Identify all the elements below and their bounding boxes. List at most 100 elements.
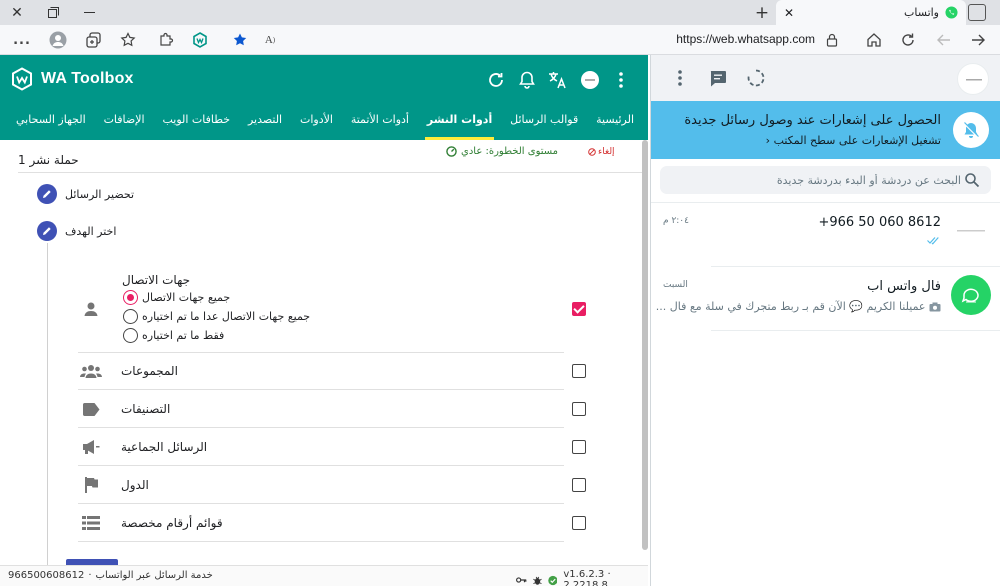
back-icon[interactable] xyxy=(968,30,988,50)
labels-checkbox[interactable] xyxy=(572,402,586,416)
notification-bell-icon[interactable] xyxy=(516,69,538,91)
profile-icon[interactable] xyxy=(48,30,68,50)
tab-home[interactable]: الرئيسية xyxy=(596,107,634,140)
tab-export[interactable]: التصدير xyxy=(248,107,282,140)
tab-whatsapp[interactable]: واتساب ✕ xyxy=(776,0,966,25)
chat-preview xyxy=(927,236,941,245)
target-label: الرسائل الجماعية xyxy=(121,440,208,454)
tab-actions-icon[interactable] xyxy=(968,4,986,21)
target-row-custom-lists: قوائم أرقام مخصصة xyxy=(78,504,586,542)
search-bar xyxy=(651,159,1000,203)
target-label: التصنيفات xyxy=(121,402,171,416)
profile-avatar[interactable] xyxy=(957,63,989,95)
menu-icon[interactable] xyxy=(669,67,691,89)
radio-only-selected[interactable]: فقط ما تم اختياره xyxy=(123,328,224,343)
target-row-labels: التصنيفات xyxy=(78,390,586,428)
tab-addons[interactable]: الإضافات xyxy=(104,107,145,140)
wa-toolbox-extension-icon[interactable] xyxy=(190,30,210,50)
refresh-icon[interactable] xyxy=(898,30,918,50)
divider xyxy=(711,330,1000,331)
chat-avatar xyxy=(951,275,991,315)
chat-item[interactable]: +966 50 060 8612 ٢:٠٤ م xyxy=(651,203,1000,267)
countries-checkbox[interactable] xyxy=(572,478,586,492)
bug-icon[interactable] xyxy=(532,575,542,586)
edit-icon xyxy=(37,221,57,241)
chat-avatar xyxy=(951,211,991,251)
whatsapp-favicon-icon xyxy=(945,6,958,19)
step-choose-target[interactable]: اختر الهدف xyxy=(37,221,116,241)
list-icon xyxy=(80,513,102,533)
new-tab-button[interactable]: + xyxy=(750,0,774,25)
megaphone-icon xyxy=(80,437,102,457)
radio-all-except-selected[interactable]: جميع جهات الاتصال عدا ما تم اختياره xyxy=(123,309,310,324)
chat-preview: عميلنا الكريم 💬 الآن قم بـ ربط متجرك في … xyxy=(656,300,941,313)
radio-all-contacts[interactable]: جميع جهات الاتصال xyxy=(123,290,230,305)
radio-button[interactable] xyxy=(123,309,138,324)
minimize-window-icon[interactable] xyxy=(72,0,106,25)
groups-icon xyxy=(80,361,102,381)
chat-item[interactable]: فال واتس اب السبت عميلنا الكريم 💬 الآن ق… xyxy=(651,267,1000,331)
scrollbar[interactable] xyxy=(642,140,648,550)
check-circle-icon xyxy=(547,575,558,585)
tab-broadcast-tools[interactable]: أدوات النشر xyxy=(424,107,495,140)
lock-icon[interactable] xyxy=(822,30,842,50)
notification-banner[interactable]: الحصول على إشعارات عند وصول رسائل جديدة … xyxy=(651,101,1000,159)
radio-label: فقط ما تم اختياره xyxy=(142,329,225,342)
divider xyxy=(18,172,648,173)
chevron-left-icon: ‹ xyxy=(765,134,771,147)
key-icon[interactable] xyxy=(516,575,527,585)
home-icon[interactable] xyxy=(864,30,884,50)
sync-icon[interactable] xyxy=(485,69,507,91)
favorite-star-icon[interactable] xyxy=(230,30,250,50)
address-bar-url[interactable]: https://web.whatsapp.com xyxy=(660,32,815,46)
favorites-icon[interactable] xyxy=(118,30,138,50)
brand-name: WA Toolbox xyxy=(41,70,134,87)
tab-tools[interactable]: الأدوات xyxy=(300,107,333,140)
brand-logo-icon xyxy=(961,288,979,303)
target-label: الدول xyxy=(121,478,149,492)
radio-label: جميع جهات الاتصال عدا ما تم اختياره xyxy=(142,310,311,323)
groups-checkbox[interactable] xyxy=(572,364,586,378)
tab-title: واتساب xyxy=(904,6,939,19)
edit-icon xyxy=(37,184,57,204)
restore-window-icon[interactable] xyxy=(36,0,70,25)
new-chat-icon[interactable] xyxy=(707,67,729,89)
status-icon[interactable] xyxy=(745,67,767,89)
tab-close-icon[interactable]: ✕ xyxy=(780,6,798,20)
person-icon xyxy=(80,299,102,319)
custom-lists-checkbox[interactable] xyxy=(572,516,586,530)
chat-preview-text: عميلنا الكريم 💬 الآن قم بـ ربط متجرك في … xyxy=(655,300,926,313)
wa-toolbox-logo-icon xyxy=(12,67,32,91)
search-input[interactable] xyxy=(681,166,961,194)
tab-automation-tools[interactable]: أدوات الأتمتة xyxy=(351,107,409,140)
collections-icon[interactable] xyxy=(84,30,104,50)
radio-button[interactable] xyxy=(123,328,138,343)
translate-icon[interactable] xyxy=(547,69,569,91)
radio-button[interactable] xyxy=(123,290,138,305)
tab-webhooks[interactable]: خطافات الويب xyxy=(162,107,230,140)
chat-name: فال واتس اب xyxy=(867,279,941,294)
forward-icon[interactable] xyxy=(934,30,954,50)
flag-icon xyxy=(80,475,102,495)
contacts-checkbox[interactable] xyxy=(572,302,586,316)
step-prepare-messages[interactable]: تحضير الرسائل xyxy=(37,184,134,204)
target-label: قوائم أرقام مخصصة xyxy=(121,516,223,530)
risk-level-text: مستوى الخطورة: عادي xyxy=(461,146,559,157)
tab-cloud-device[interactable]: الجهاز السحابي xyxy=(16,107,86,140)
search-icon[interactable] xyxy=(964,172,980,188)
extension-header: WA Toolbox الجهاز السحابي الإضافات خطافا… xyxy=(0,55,648,140)
more-menu-icon[interactable]: ... xyxy=(12,30,32,50)
cancel-button[interactable]: إلغاء xyxy=(588,147,615,157)
user-avatar-icon[interactable] xyxy=(579,69,601,91)
broadcasts-checkbox[interactable] xyxy=(572,440,586,454)
tab-message-templates[interactable]: قوالب الرسائل xyxy=(510,107,578,140)
search-box[interactable] xyxy=(660,166,991,194)
notification-link[interactable]: تشغيل الإشعارات على سطح المكتب ‹ xyxy=(766,134,941,147)
step-label: اختر الهدف xyxy=(65,224,117,238)
read-aloud-icon[interactable]: A) xyxy=(260,30,280,50)
close-window-icon[interactable]: ✕ xyxy=(0,0,34,25)
footer-service: خدمة الرسائل عبر الواتساب xyxy=(95,570,213,581)
target-row-countries: الدول xyxy=(78,466,586,504)
more-options-icon[interactable] xyxy=(610,69,632,91)
extensions-icon[interactable] xyxy=(156,30,176,50)
